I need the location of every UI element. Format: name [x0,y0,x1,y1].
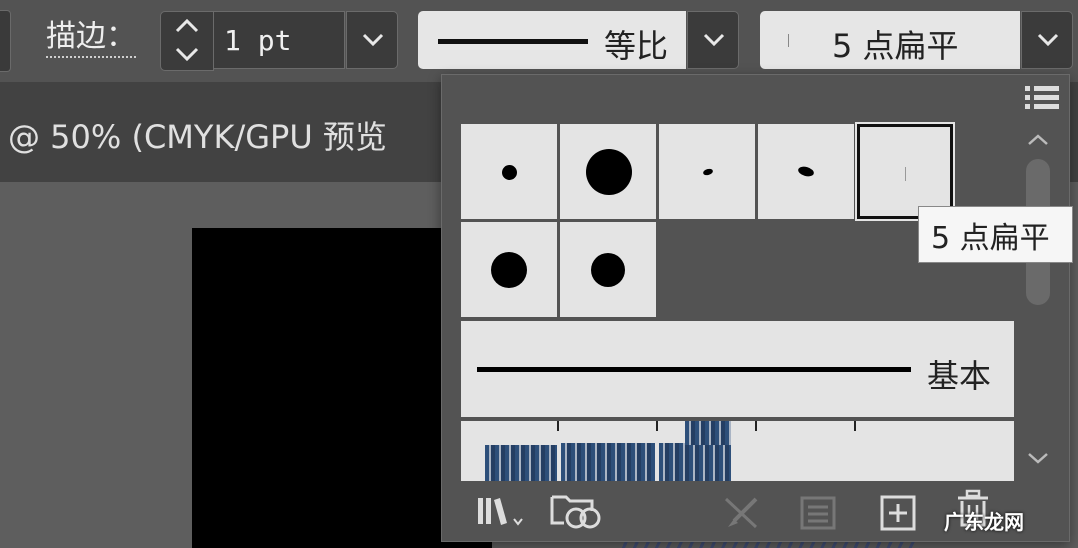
brush-tip-icon [491,252,527,288]
brush-swatch-small-round[interactable] [461,124,557,219]
brush-definition[interactable]: 5 点扁平 [760,11,1020,69]
pattern-tile [659,443,731,481]
cc-libraries-icon[interactable] [550,491,604,531]
brush-dropdown-button[interactable] [1021,11,1073,69]
brush-swatch-tiny-oval[interactable] [659,124,755,219]
stroke-weight-input[interactable] [213,11,345,69]
brush-tip-icon [586,149,632,195]
chevron-down-icon [362,33,384,47]
tick-mark [854,421,856,431]
brush-row-basic[interactable]: 基本 [461,321,1014,417]
stroke-label[interactable]: 描边： [46,18,136,58]
panel-scrollbar[interactable] [1024,125,1052,473]
basic-brush-label: 基本 [927,357,992,395]
brush-tip-icon [502,165,517,180]
brush-tip-icon [702,167,714,177]
chevron-down-icon[interactable] [174,46,200,62]
chevron-up-icon[interactable] [174,18,200,34]
watermark-text: 广东龙网 [944,510,1024,534]
brush-label: 5 点扁平 [832,27,959,65]
chevron-down-icon [1037,33,1059,47]
variable-width-profile[interactable]: 等比 [418,11,686,69]
profile-preview-line [438,39,588,44]
brush-swatch-medium-round-2[interactable] [560,222,656,317]
brush-tooltip: 5 点扁平 [918,206,1073,263]
weight-stepper[interactable] [160,11,214,71]
brush-swatch-medium-round[interactable] [461,222,557,317]
pattern-tile [685,421,731,445]
brush-swatch-oval[interactable] [758,124,854,219]
tick-mark [656,421,658,431]
remove-stroke-icon [724,497,758,529]
panel-menu-icon[interactable] [1025,85,1059,111]
profile-label: 等比 [604,27,669,65]
brush-tip-icon [591,253,625,287]
brush-swatch-5pt-flat[interactable] [855,122,955,221]
scroll-up-icon[interactable] [1026,133,1050,147]
pattern-tile [561,443,655,481]
brush-libraries-icon[interactable] [476,495,526,529]
pattern-tile [485,445,557,481]
brush-tip-icon [905,167,906,181]
brush-preview-mark [788,34,789,47]
control-bar: 描边： 等比 5 点扁平 [0,0,1078,82]
chevron-down-icon [703,33,725,47]
brush-options-icon [800,496,836,530]
document-tab-title[interactable]: @ 50% (CMYK/GPU 预览 [8,112,387,158]
brush-row-pattern[interactable] [461,421,1014,481]
collapsed-control[interactable] [0,10,11,72]
tick-mark [557,421,559,431]
weight-dropdown-button[interactable] [346,11,398,69]
tick-mark [755,421,757,431]
brush-swatch-large-round[interactable] [560,124,656,219]
new-brush-icon[interactable] [880,495,916,531]
scroll-down-icon[interactable] [1026,451,1050,465]
brush-tip-icon [797,165,815,178]
brush-panel: 基本 [441,74,1070,542]
basic-brush-preview [477,367,911,372]
profile-dropdown-button[interactable] [687,11,739,69]
